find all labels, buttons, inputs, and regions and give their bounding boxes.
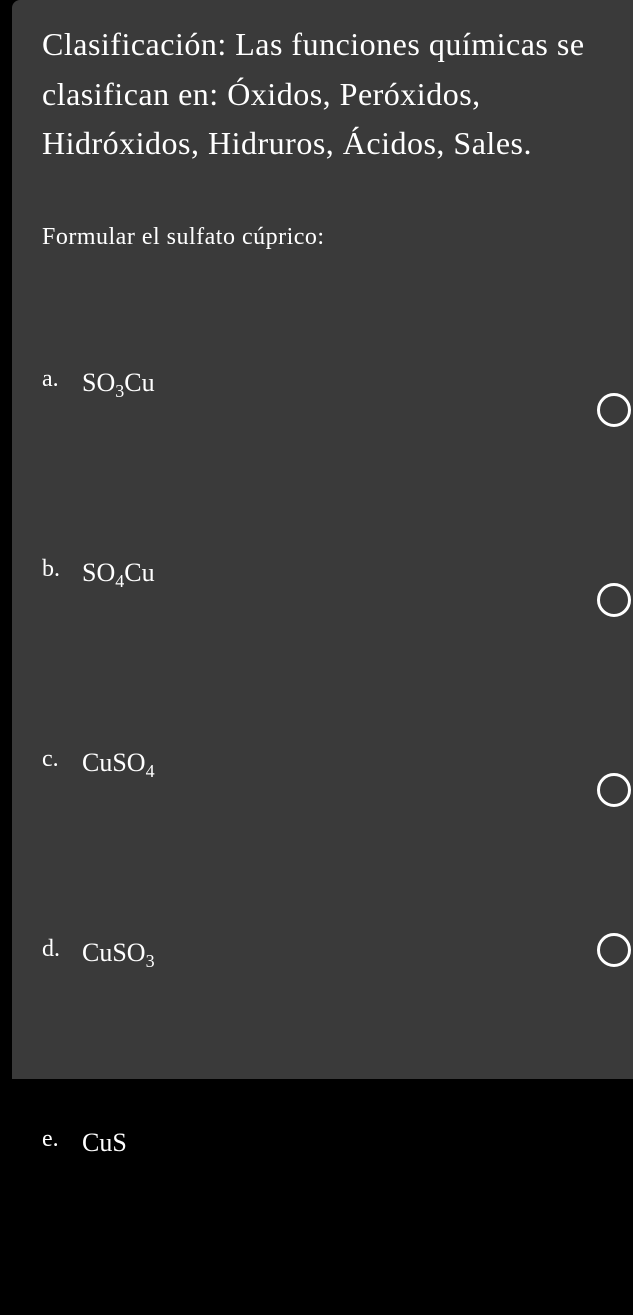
option-formula: SO3Cu (82, 365, 155, 403)
option-letter: c. (42, 745, 82, 774)
radio-b[interactable] (597, 583, 631, 617)
option-letter: d. (42, 935, 82, 964)
option-letter: b. (42, 555, 82, 584)
option-formula: CuSO3 (82, 935, 155, 973)
radio-c[interactable] (597, 773, 631, 807)
radio-d[interactable] (597, 933, 631, 967)
option-e: e. CuS (42, 1125, 613, 1175)
question-panel: Clasificación: Las funciones químicas se… (12, 0, 633, 1079)
option-formula: SO4Cu (82, 555, 155, 593)
option-formula: CuS (82, 1125, 127, 1158)
option-d: d. CuSO3 (42, 935, 613, 985)
option-b: b. SO4Cu (42, 555, 613, 605)
option-formula: CuSO4 (82, 745, 155, 783)
option-a: a. SO3Cu (42, 365, 613, 415)
classification-heading: Clasificación: Las funciones químicas se… (42, 20, 613, 169)
question-prompt: Formular el sulfato cúprico: (42, 219, 613, 255)
option-letter: e. (42, 1125, 82, 1154)
radio-a[interactable] (597, 393, 631, 427)
option-letter: a. (42, 365, 82, 394)
options-list: a. SO3Cu b. SO4Cu c. CuSO4 d. CuSO3 e. C… (42, 365, 613, 1315)
option-c: c. CuSO4 (42, 745, 613, 795)
